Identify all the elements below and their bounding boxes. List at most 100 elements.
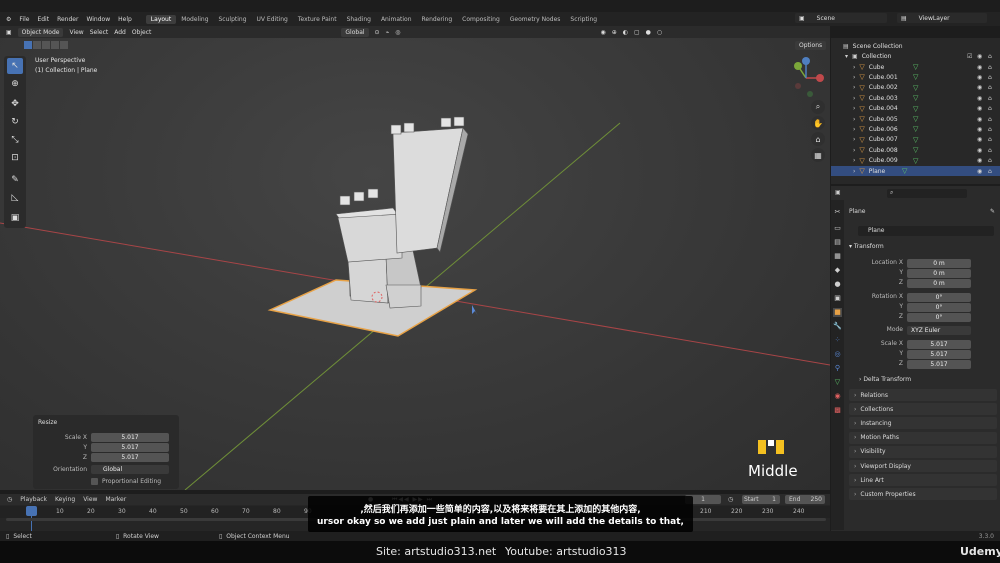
view-layer-selector[interactable]: ▤ ViewLayer: [897, 13, 987, 23]
physics-tab-icon[interactable]: ◎: [833, 350, 842, 359]
location-y-field[interactable]: 0 m: [907, 269, 971, 278]
camera-icon[interactable]: ⌂: [988, 136, 992, 143]
menu-window[interactable]: Window: [86, 16, 110, 23]
eye-icon[interactable]: ◉: [977, 157, 982, 164]
eye-icon[interactable]: ◉: [977, 64, 982, 71]
outliner-item[interactable]: › ▽ Cube.001 ▽ ◉ ⌂: [831, 72, 1000, 82]
world-tab-icon[interactable]: ●: [833, 280, 842, 289]
exclude-checkbox-icon[interactable]: ☑: [967, 53, 972, 60]
outliner-item[interactable]: › ▽ Cube.006 ▽ ◉ ⌂: [831, 124, 1000, 134]
eye-icon[interactable]: ◉: [977, 116, 982, 123]
select-extend-icon[interactable]: [33, 41, 41, 49]
timeline-menu-keying[interactable]: Keying: [55, 496, 75, 503]
collection-tab-icon[interactable]: ▣: [833, 294, 842, 303]
tab-texture-paint[interactable]: Texture Paint: [293, 15, 342, 24]
tab-animation[interactable]: Animation: [376, 15, 417, 24]
resize-scale-z-field[interactable]: 5.017: [91, 452, 169, 462]
measure-tool-icon[interactable]: ◺: [7, 190, 23, 206]
expand-icon[interactable]: ›: [853, 84, 855, 91]
tab-uv-editing[interactable]: UV Editing: [252, 15, 293, 24]
outliner-item[interactable]: › ▽ Cube.009 ▽ ◉ ⌂: [831, 156, 1000, 166]
camera-icon[interactable]: ⌂: [988, 105, 992, 112]
tab-sculpting[interactable]: Sculpting: [214, 15, 252, 24]
transform-panel-header[interactable]: ▾ Transform: [849, 243, 884, 250]
proportional-icon[interactable]: ◎: [395, 29, 400, 36]
camera-icon[interactable]: ⌂: [988, 126, 992, 133]
properties-panel-header[interactable]: › Line Art: [849, 474, 997, 487]
expand-icon[interactable]: ›: [853, 126, 855, 133]
material-tab-icon[interactable]: ◉: [833, 392, 842, 401]
view-layer-tab-icon[interactable]: ▦: [833, 252, 842, 261]
location-z-field[interactable]: 0 m: [907, 279, 971, 288]
scene-tab-icon[interactable]: ◆: [833, 266, 842, 275]
header-menu-add[interactable]: Add: [114, 29, 126, 36]
resize-scale-x-field[interactable]: 5.017: [91, 432, 169, 442]
eye-icon[interactable]: ◉: [977, 105, 982, 112]
header-menu-select[interactable]: Select: [90, 29, 109, 36]
expand-icon[interactable]: ›: [853, 74, 855, 81]
scene-selector[interactable]: ▣ Scene: [795, 13, 887, 23]
rotation-y-field[interactable]: 0°: [907, 303, 971, 312]
expand-icon[interactable]: ›: [853, 136, 855, 143]
transform-orientation-dropdown[interactable]: Global: [341, 27, 369, 37]
outliner-item[interactable]: › ▽ Cube.007 ▽ ◉ ⌂: [831, 135, 1000, 145]
resize-orientation-dropdown[interactable]: Global: [91, 464, 169, 474]
particles-tab-icon[interactable]: ⁘: [833, 336, 842, 345]
eye-icon[interactable]: ◉: [977, 74, 982, 81]
transform-tool-icon[interactable]: ⊡: [7, 150, 23, 166]
cursor-tool-icon[interactable]: ⊕: [7, 76, 23, 92]
tab-layout[interactable]: Layout: [145, 14, 177, 24]
resize-header[interactable]: Resize: [33, 417, 179, 427]
shading-solid-icon[interactable]: ●: [646, 29, 651, 36]
camera-icon[interactable]: ⌂: [988, 84, 992, 91]
rotation-mode-dropdown[interactable]: XYZ Euler: [907, 326, 971, 335]
add-cube-tool-icon[interactable]: ▣: [7, 210, 23, 226]
visibility-icon[interactable]: ◉: [600, 29, 605, 36]
object-tab-icon[interactable]: ■: [833, 308, 842, 317]
options-dropdown[interactable]: Options: [795, 41, 827, 50]
pan-hand-icon[interactable]: ✋: [811, 116, 825, 130]
expand-icon[interactable]: ›: [853, 157, 855, 164]
object-name-field[interactable]: Plane: [858, 226, 994, 236]
data-tab-icon[interactable]: ▽: [833, 378, 842, 387]
editor-type-icon[interactable]: ▣: [6, 29, 12, 36]
outliner-collection[interactable]: ▾ ▣ Collection ☑ ◉ ⌂: [831, 51, 1000, 61]
eye-icon[interactable]: ◉: [977, 53, 982, 60]
outliner-item[interactable]: › ▽ Cube.002 ▽ ◉ ⌂: [831, 83, 1000, 93]
blender-logo-icon[interactable]: ⚙: [6, 16, 11, 23]
rotation-x-field[interactable]: 0°: [907, 293, 971, 302]
render-tab-icon[interactable]: ▭: [833, 224, 842, 233]
tab-geometry-nodes[interactable]: Geometry Nodes: [505, 15, 566, 24]
gizmo-icon[interactable]: ⊕: [612, 29, 617, 36]
mode-dropdown[interactable]: Object Mode: [17, 27, 64, 37]
select-new-icon[interactable]: [24, 41, 32, 49]
pivot-icon[interactable]: ⊙: [375, 29, 380, 36]
eye-icon[interactable]: ◉: [977, 136, 982, 143]
annotate-tool-icon[interactable]: ✎: [7, 172, 23, 188]
timeline-menu-marker[interactable]: Marker: [105, 496, 126, 503]
scale-tool-icon[interactable]: ⤡: [7, 132, 23, 148]
proportional-checkbox[interactable]: [91, 477, 98, 485]
select-subtract-icon[interactable]: [42, 41, 50, 49]
xray-icon[interactable]: ▢: [634, 29, 640, 36]
eye-icon[interactable]: ◉: [977, 126, 982, 133]
end-frame-field[interactable]: End 250: [785, 495, 825, 504]
camera-icon[interactable]: ⌂: [988, 116, 992, 123]
tool-tab-icon[interactable]: ✂: [833, 208, 842, 217]
move-tool-icon[interactable]: ✥: [7, 96, 23, 112]
eye-icon[interactable]: ◉: [977, 147, 982, 154]
tab-shading[interactable]: Shading: [342, 15, 376, 24]
snap-icon[interactable]: ⌁: [386, 29, 390, 36]
outliner-scene-collection[interactable]: ▤ Scene Collection: [831, 41, 1000, 51]
clock-icon[interactable]: ◷: [728, 496, 733, 503]
start-frame-field[interactable]: Start 1: [742, 495, 780, 504]
rotate-tool-icon[interactable]: ↻: [7, 114, 23, 130]
expand-icon[interactable]: ›: [853, 116, 855, 123]
outliner-item[interactable]: › ▽ Cube ▽ ◉ ⌂: [831, 62, 1000, 72]
delta-transform-header[interactable]: › Delta Transform: [859, 376, 911, 383]
menu-file[interactable]: File: [19, 16, 29, 23]
outliner-item[interactable]: › ▽ Plane ▽ ◉ ⌂: [831, 166, 1000, 176]
eye-icon[interactable]: ◉: [977, 168, 982, 175]
navigation-gizmo[interactable]: [784, 56, 828, 102]
properties-search[interactable]: ⌕: [887, 189, 967, 198]
